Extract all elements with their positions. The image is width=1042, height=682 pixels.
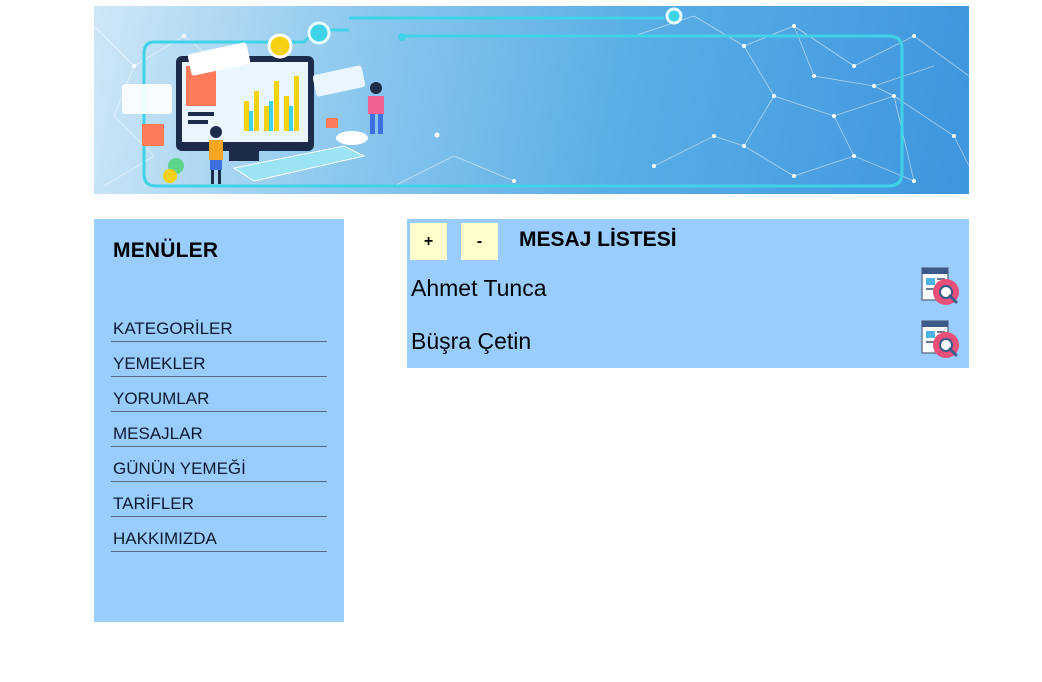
- view-details-icon[interactable]: [920, 266, 962, 308]
- sidebar-item-dish-of-the-day: GÜNÜN YEMEĞİ: [111, 447, 327, 482]
- message-sender: Ahmet Tunca: [411, 275, 547, 301]
- sidebar-item-categories: KATEGORİLER: [111, 307, 327, 342]
- view-details-icon[interactable]: [920, 319, 962, 361]
- sidebar-link-about[interactable]: HAKKIMIZDA: [113, 529, 217, 549]
- remove-button[interactable]: -: [461, 223, 498, 260]
- sidebar-item-about: HAKKIMIZDA: [111, 517, 327, 552]
- sidebar-link-comments[interactable]: YORUMLAR: [113, 389, 209, 409]
- add-button[interactable]: +: [410, 223, 447, 260]
- sidebar-link-messages[interactable]: MESAJLAR: [113, 424, 203, 444]
- sidebar-link-categories[interactable]: KATEGORİLER: [113, 319, 233, 339]
- sidebar-menu: KATEGORİLER YEMEKLER YORUMLAR MESAJLAR G…: [111, 307, 327, 552]
- sidebar-item-dishes: YEMEKLER: [111, 342, 327, 377]
- sidebar-title: MENÜLER: [113, 239, 219, 262]
- sidebar-link-dishes[interactable]: YEMEKLER: [113, 354, 206, 374]
- message-row: Ahmet Tunca: [407, 267, 969, 311]
- message-sender: Büşra Çetin: [411, 328, 532, 354]
- banner-illustration: [94, 7, 969, 188]
- header-banner: [94, 6, 969, 194]
- sidebar-item-comments: YORUMLAR: [111, 377, 327, 412]
- sidebar-item-messages: MESAJLAR: [111, 412, 327, 447]
- message-row: Büşra Çetin: [407, 320, 969, 364]
- sidebar: MENÜLER KATEGORİLER YEMEKLER YORUMLAR ME…: [94, 219, 344, 622]
- panel-title: MESAJ LİSTESİ: [519, 228, 677, 251]
- message-list-panel: + - MESAJ LİSTESİ Ahmet Tunca Büşra Çeti…: [407, 219, 969, 368]
- sidebar-link-recipes[interactable]: TARİFLER: [113, 494, 194, 514]
- sidebar-item-recipes: TARİFLER: [111, 482, 327, 517]
- sidebar-link-dish-of-the-day[interactable]: GÜNÜN YEMEĞİ: [113, 459, 246, 479]
